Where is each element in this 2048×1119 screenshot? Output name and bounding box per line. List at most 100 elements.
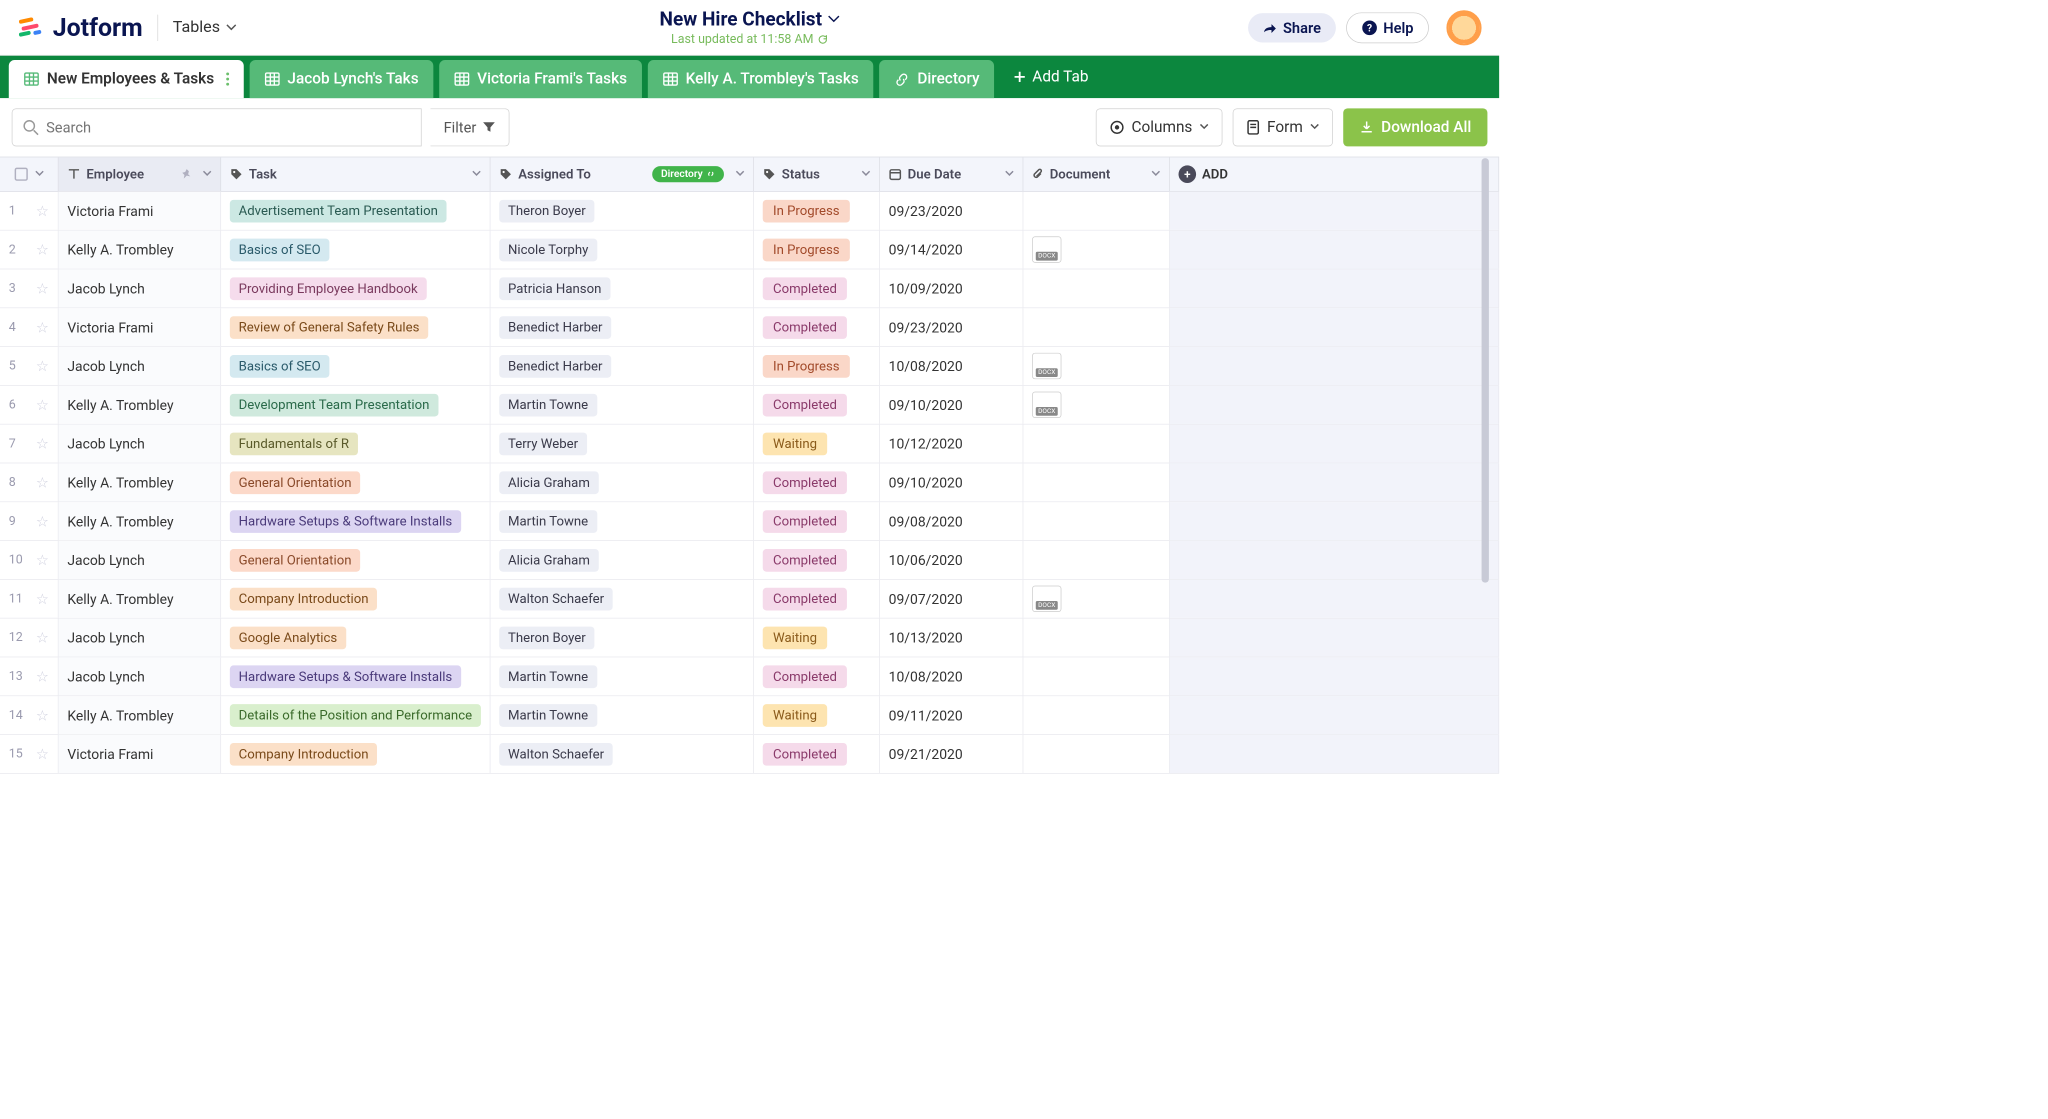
cell-due[interactable]: 09/08/2020 [880, 502, 1023, 540]
tab-menu-icon[interactable] [226, 72, 229, 85]
col-status[interactable]: Status [754, 157, 880, 191]
cell-document[interactable] [1023, 463, 1169, 501]
table-row[interactable]: 11☆Kelly A. TrombleyCompany Introduction… [0, 580, 1499, 619]
star-icon[interactable]: ☆ [36, 280, 49, 298]
cell-employee[interactable]: Jacob Lynch [59, 619, 222, 657]
cell-status[interactable]: Completed [754, 580, 880, 618]
table-row[interactable]: 10☆Jacob LynchGeneral OrientationAlicia … [0, 541, 1499, 580]
cell-employee[interactable]: Kelly A. Trombley [59, 463, 222, 501]
cell-assigned[interactable]: Benedict Harber [490, 308, 754, 346]
table-row[interactable]: 3☆Jacob LynchProviding Employee Handbook… [0, 269, 1499, 308]
cell-status[interactable]: Waiting [754, 619, 880, 657]
select-all-header[interactable] [0, 157, 59, 191]
col-add[interactable]: + ADD [1170, 157, 1499, 191]
columns-button[interactable]: Columns [1096, 108, 1223, 146]
docx-icon[interactable] [1032, 236, 1061, 262]
col-document[interactable]: Document [1023, 157, 1169, 191]
star-icon[interactable]: ☆ [36, 241, 49, 259]
cell-document[interactable] [1023, 231, 1169, 269]
cell-task[interactable]: Basics of SEO [221, 347, 490, 385]
cell-assigned[interactable]: Theron Boyer [490, 192, 754, 230]
col-employee[interactable]: Employee [59, 157, 222, 191]
download-button[interactable]: Download All [1343, 108, 1487, 146]
cell-task[interactable]: Basics of SEO [221, 231, 490, 269]
cell-employee[interactable]: Victoria Frami [59, 308, 222, 346]
table-row[interactable]: 2☆Kelly A. TrombleyBasics of SEONicole T… [0, 231, 1499, 270]
chevron-down-icon[interactable] [203, 171, 212, 178]
star-icon[interactable]: ☆ [36, 318, 49, 336]
cell-assigned[interactable]: Benedict Harber [490, 347, 754, 385]
table-row[interactable]: 4☆Victoria FramiReview of General Safety… [0, 308, 1499, 347]
star-icon[interactable]: ☆ [36, 706, 49, 724]
cell-employee[interactable]: Kelly A. Trombley [59, 386, 222, 424]
cell-assigned[interactable]: Martin Towne [490, 696, 754, 734]
cell-assigned[interactable]: Walton Schaefer [490, 735, 754, 773]
cell-assigned[interactable]: Alicia Graham [490, 463, 754, 501]
filter-button[interactable]: Filter [430, 108, 509, 146]
cell-status[interactable]: Waiting [754, 425, 880, 463]
chevron-down-icon[interactable] [472, 171, 481, 178]
cell-status[interactable]: Completed [754, 502, 880, 540]
cell-task[interactable]: General Orientation [221, 541, 490, 579]
cell-due[interactable]: 09/07/2020 [880, 580, 1023, 618]
cell-assigned[interactable]: Martin Towne [490, 386, 754, 424]
cell-status[interactable]: In Progress [754, 231, 880, 269]
cell-due[interactable]: 09/10/2020 [880, 463, 1023, 501]
checkbox[interactable] [14, 168, 27, 181]
cell-status[interactable]: Completed [754, 541, 880, 579]
star-icon[interactable]: ☆ [36, 590, 49, 608]
cell-status[interactable]: Completed [754, 657, 880, 695]
cell-document[interactable] [1023, 502, 1169, 540]
cell-document[interactable] [1023, 386, 1169, 424]
refresh-icon[interactable] [818, 34, 828, 44]
cell-assigned[interactable]: Alicia Graham [490, 541, 754, 579]
star-icon[interactable]: ☆ [36, 357, 49, 375]
cell-employee[interactable]: Jacob Lynch [59, 269, 222, 307]
cell-task[interactable]: Company Introduction [221, 735, 490, 773]
col-due[interactable]: Due Date [880, 157, 1023, 191]
table-row[interactable]: 6☆Kelly A. TrombleyDevelopment Team Pres… [0, 386, 1499, 425]
table-row[interactable]: 8☆Kelly A. TrombleyGeneral OrientationAl… [0, 463, 1499, 502]
chevron-down-icon[interactable] [1151, 171, 1160, 178]
table-row[interactable]: 15☆Victoria FramiCompany IntroductionWal… [0, 735, 1499, 774]
tab-new-employees-tasks[interactable]: New Employees & Tasks [9, 60, 244, 98]
form-button[interactable]: Form [1233, 108, 1333, 146]
cell-due[interactable]: 09/21/2020 [880, 735, 1023, 773]
col-task[interactable]: Task [221, 157, 490, 191]
tab-jacob-lynch-s-taks[interactable]: Jacob Lynch's Taks [249, 60, 433, 98]
cell-due[interactable]: 10/12/2020 [880, 425, 1023, 463]
cell-document[interactable] [1023, 192, 1169, 230]
cell-document[interactable] [1023, 347, 1169, 385]
avatar[interactable] [1446, 10, 1481, 45]
pin-icon[interactable] [181, 168, 193, 180]
cell-task[interactable]: Advertisement Team Presentation [221, 192, 490, 230]
star-icon[interactable]: ☆ [36, 551, 49, 569]
cell-employee[interactable]: Jacob Lynch [59, 541, 222, 579]
search-input[interactable] [46, 119, 411, 137]
cell-document[interactable] [1023, 619, 1169, 657]
cell-document[interactable] [1023, 269, 1169, 307]
cell-assigned[interactable]: Theron Boyer [490, 619, 754, 657]
cell-status[interactable]: Completed [754, 386, 880, 424]
cell-assigned[interactable]: Martin Towne [490, 502, 754, 540]
chevron-down-icon[interactable] [862, 171, 871, 178]
cell-due[interactable]: 09/23/2020 [880, 308, 1023, 346]
cell-document[interactable] [1023, 425, 1169, 463]
cell-task[interactable]: Development Team Presentation [221, 386, 490, 424]
tab-kelly-a-trombley-s-tasks[interactable]: Kelly A. Trombley's Tasks [647, 60, 873, 98]
cell-employee[interactable]: Jacob Lynch [59, 657, 222, 695]
docx-icon[interactable] [1032, 586, 1061, 612]
cell-assigned[interactable]: Martin Towne [490, 657, 754, 695]
cell-status[interactable]: Completed [754, 269, 880, 307]
cell-status[interactable]: Completed [754, 463, 880, 501]
star-icon[interactable]: ☆ [36, 202, 49, 220]
logo[interactable]: Jotform [18, 13, 143, 42]
cell-task[interactable]: Details of the Position and Performance [221, 696, 490, 734]
cell-employee[interactable]: Kelly A. Trombley [59, 231, 222, 269]
col-assigned[interactable]: Assigned To Directory [490, 157, 754, 191]
cell-employee[interactable]: Kelly A. Trombley [59, 696, 222, 734]
table-row[interactable]: 14☆Kelly A. TrombleyDetails of the Posit… [0, 696, 1499, 735]
star-icon[interactable]: ☆ [36, 474, 49, 492]
help-button[interactable]: ? Help [1346, 12, 1429, 43]
cell-status[interactable]: Completed [754, 308, 880, 346]
